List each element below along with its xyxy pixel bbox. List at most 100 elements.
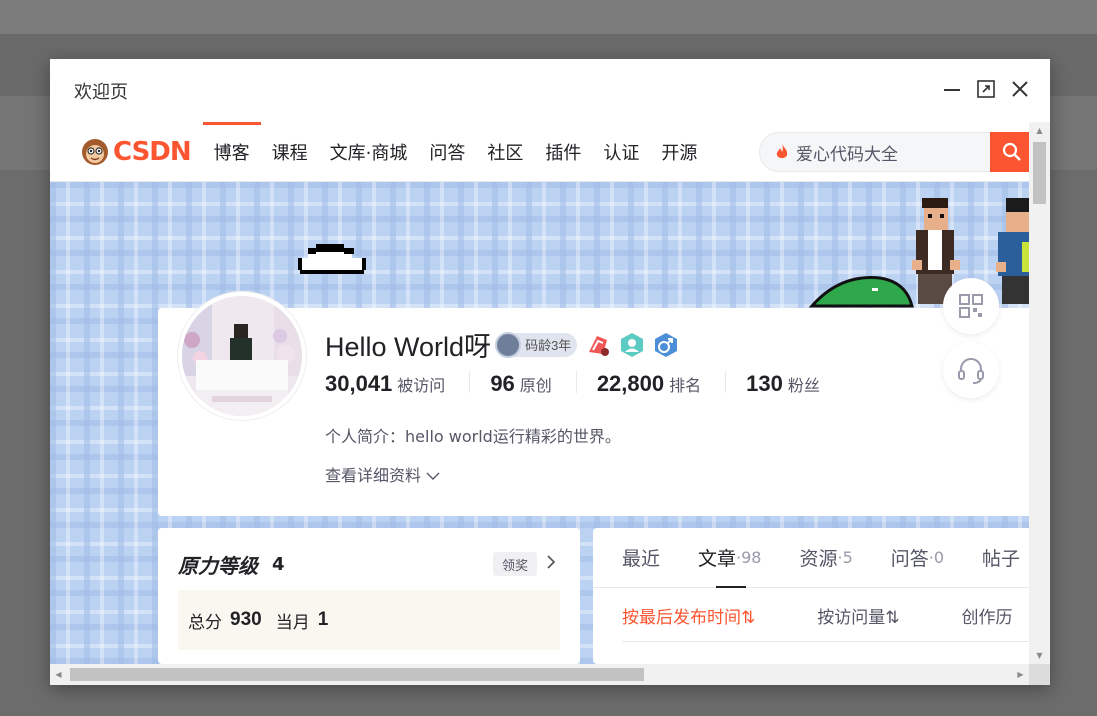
total-score-label: 总分 [188, 612, 222, 633]
dialog-titlebar: 欢迎页 [50, 59, 1050, 122]
nav-item-courses[interactable]: 课程 [261, 122, 319, 182]
creator-badge-icon[interactable] [619, 332, 645, 358]
qr-code-icon [959, 294, 983, 318]
nav-menu: 博客 课程 文库·商城 问答 社区 插件 认证 开源 [202, 122, 709, 182]
profile-badges: 码龄3年 [495, 331, 679, 358]
headset-icon [958, 358, 984, 384]
stat-visits-value: 30,041 [325, 371, 393, 396]
search-input[interactable]: 爱心代码大全 [759, 132, 1029, 172]
stat-fans-label: 粉丝 [787, 376, 820, 395]
gender-male-badge-icon[interactable] [653, 332, 679, 358]
force-level-value: 4 [272, 554, 285, 575]
stat-rank[interactable]: 22,800 排名 [597, 371, 727, 396]
scroll-right-icon[interactable]: ▶ [1012, 664, 1029, 685]
pixel-person-2 [996, 198, 1029, 304]
tab-recent-label: 最近 [622, 548, 661, 570]
profile-stats: 30,041 被访问 96 原创 22,800 排名 130 粉丝 [325, 371, 864, 396]
month-score-value: 1 [317, 609, 329, 630]
profile-intro: 个人简介：hello world运行精彩的世界。 [325, 423, 621, 447]
avatar-photo [182, 296, 302, 416]
code-age-badge[interactable]: 码龄3年 [495, 331, 578, 358]
tab-articles[interactable]: 文章 ·98 [678, 528, 779, 588]
minimize-icon[interactable] [940, 77, 964, 101]
sort-by-history[interactable]: 创作历 [962, 603, 1013, 628]
sort-by-visits[interactable]: 按访问量⇅ [817, 603, 899, 628]
avatar[interactable] [178, 292, 306, 420]
tab-recent[interactable]: 最近 [593, 528, 678, 588]
tab-articles-count: ·98 [736, 548, 762, 567]
stat-rank-label: 排名 [669, 376, 702, 395]
stat-fans-value: 130 [746, 371, 783, 396]
nav-item-qa[interactable]: 问答 [418, 122, 476, 182]
total-score-value: 930 [230, 609, 262, 630]
tab-qa[interactable]: 问答 ·0 [871, 528, 962, 588]
scrollbar-corner [1029, 664, 1050, 685]
intro-label: 个人简介： [325, 427, 406, 446]
sort-options: 按最后发布时间⇅ 按访问量⇅ 创作历 [622, 590, 1029, 642]
csdn-logo[interactable]: CSDN [80, 136, 192, 167]
nav-item-community[interactable]: 社区 [476, 122, 534, 182]
dialog-title: 欢迎页 [74, 81, 128, 103]
tab-resources-count: ·5 [837, 548, 853, 567]
tab-articles-label: 文章 [698, 548, 737, 570]
vertical-scrollbar[interactable]: ▲ ▼ [1029, 122, 1050, 664]
backdrop-top [0, 0, 1097, 34]
tab-qa-count: ·0 [928, 548, 945, 567]
profile-username[interactable]: Hello World呀 [325, 325, 491, 364]
score-summary: 总分 930 当月 1 [178, 590, 560, 650]
force-level-card: 原力等级 4 领奖 总分 930 当月 1 [158, 528, 580, 664]
code-age-text: 码龄3年 [525, 338, 572, 353]
intro-value: hello world运行精彩的世界。 [405, 427, 621, 446]
nav-item-opensource[interactable]: 开源 [650, 122, 708, 182]
search-placeholder: 爱心代码大全 [796, 144, 898, 165]
tab-posts-label: 帖子 [982, 548, 1021, 570]
view-details-link[interactable]: 查看详细资料 [325, 462, 440, 486]
nav-item-library-store[interactable]: 文库·商城 [319, 122, 419, 182]
nav-item-blog[interactable]: 博客 [202, 122, 261, 182]
blog-expert-badge-icon[interactable] [585, 332, 611, 358]
force-level-label: 原力等级 [178, 554, 258, 578]
horizontal-scrollbar[interactable]: ◀ ▶ [50, 664, 1029, 685]
horizontal-scroll-thumb[interactable] [70, 668, 644, 681]
view-details-text: 查看详细资料 [325, 466, 422, 485]
search-button[interactable] [990, 132, 1029, 172]
chevron-right-icon[interactable] [546, 554, 556, 570]
stat-visits-label: 被访问 [397, 376, 446, 395]
csdn-top-nav: CSDN 博客 课程 文库·商城 问答 社区 插件 认证 开源 爱心代码大全 [50, 122, 1029, 182]
tab-resources[interactable]: 资源 ·5 [779, 528, 870, 588]
stat-rank-value: 22,800 [596, 371, 665, 396]
scroll-left-icon[interactable]: ◀ [50, 664, 67, 685]
pixel-cloud [298, 244, 366, 274]
welcome-dialog: 欢迎页 CSDN 博客 课程 文库·商城 问答 社区 插件 认证 开源 爱心代码… [50, 59, 1050, 685]
stat-original[interactable]: 96 原创 [490, 371, 577, 396]
nav-item-certification[interactable]: 认证 [592, 122, 650, 182]
scroll-up-icon[interactable]: ▲ [1029, 122, 1050, 139]
qr-code-button[interactable] [943, 278, 999, 334]
vertical-scroll-thumb[interactable] [1033, 142, 1046, 204]
claim-award-button[interactable]: 领奖 [493, 552, 538, 576]
tab-qa-label: 问答 [890, 548, 929, 570]
stat-original-value: 96 [490, 371, 515, 396]
tab-resources-label: 资源 [799, 548, 838, 570]
customer-service-button[interactable] [943, 342, 999, 398]
nav-item-plugins[interactable]: 插件 [534, 122, 592, 182]
logo-text: CSDN [113, 136, 192, 167]
stat-original-label: 原创 [519, 376, 552, 395]
content-tabs: 最近 文章 ·98 资源 ·5 问答 ·0 帖子 [593, 528, 1029, 588]
sort-by-latest[interactable]: 按最后发布时间⇅ [622, 603, 755, 628]
flame-icon [776, 144, 788, 158]
stat-fans[interactable]: 130 粉丝 [746, 371, 844, 396]
code-age-coin-icon [495, 331, 522, 358]
close-icon[interactable] [1008, 77, 1032, 101]
monkey-logo-icon [82, 138, 108, 165]
search-icon [1002, 142, 1021, 161]
profile-username-row: Hello World呀 码龄3年 [325, 325, 679, 364]
tab-posts[interactable]: 帖子 [962, 528, 1020, 588]
profile-banner: Hello World呀 码龄3年 30,041 被访问 96 原创 22,80… [50, 182, 1029, 664]
maximize-icon[interactable] [974, 77, 998, 101]
scroll-down-icon[interactable]: ▼ [1029, 647, 1050, 664]
stat-visits[interactable]: 30,041 被访问 [325, 371, 471, 396]
month-score-label: 当月 [275, 612, 310, 633]
chevron-down-icon [426, 472, 440, 480]
web-viewport: CSDN 博客 课程 文库·商城 问答 社区 插件 认证 开源 爱心代码大全 H… [50, 122, 1029, 664]
